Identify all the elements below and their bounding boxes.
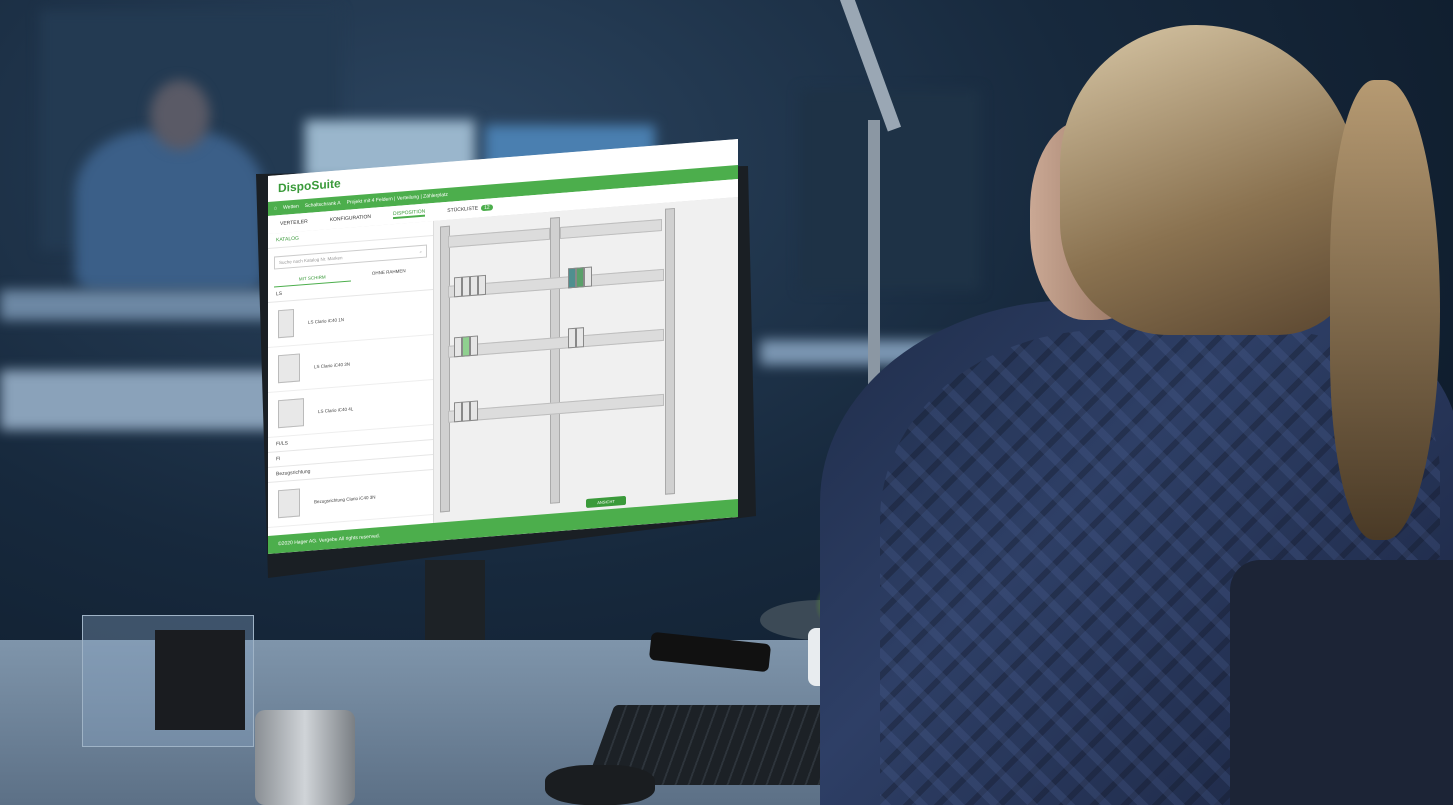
- breaker-module[interactable]: [462, 401, 470, 422]
- breaker-module[interactable]: [576, 327, 584, 348]
- ponytail: [1330, 80, 1440, 540]
- tab-konfiguration[interactable]: KONFIGURATION: [330, 214, 371, 223]
- project-title[interactable]: Schaltschrank A: [305, 200, 341, 209]
- count-badge: 12: [481, 204, 493, 212]
- breaker-module[interactable]: [470, 275, 478, 297]
- chair: [1230, 560, 1453, 805]
- cabinet-post: [550, 217, 560, 504]
- home-icon[interactable]: ⌂: [274, 205, 277, 211]
- breaker-module[interactable]: [576, 267, 584, 288]
- breaker-module[interactable]: [454, 336, 462, 358]
- product-label: Bezugsrichtung Clario iC40 3N: [314, 494, 376, 504]
- breaker-image: [278, 398, 304, 429]
- tab-verteiler[interactable]: VERTEILER: [280, 219, 308, 227]
- background-desk: [0, 290, 300, 320]
- breaker-module[interactable]: [568, 327, 576, 349]
- breaker-module[interactable]: [454, 276, 462, 298]
- background-table-left: [0, 370, 280, 430]
- workspace: KATALOG Suche nach Katalog Nr. Marken ⌕ …: [268, 197, 738, 536]
- breaker-module[interactable]: [470, 400, 478, 422]
- breaker-image: [278, 308, 294, 339]
- breaker-module[interactable]: [568, 267, 576, 289]
- tab-stueckliste[interactable]: STÜCKLISTE 12: [447, 204, 493, 214]
- location-label: Wetten: [283, 203, 299, 211]
- breaker-image: [278, 488, 300, 519]
- background-person: [75, 130, 265, 290]
- background-head: [150, 80, 210, 150]
- breaker-module[interactable]: [462, 276, 470, 297]
- catalog-panel: KATALOG Suche nach Katalog Nr. Marken ⌕ …: [268, 220, 434, 536]
- breaker-module[interactable]: [454, 401, 462, 423]
- breaker-module[interactable]: [478, 274, 486, 296]
- distribution-cabinet: [440, 203, 732, 513]
- product-label: LS Clario iC40 1N: [308, 316, 345, 325]
- app-logo[interactable]: DispoSuite: [278, 176, 341, 195]
- office-scene: DispoSuite ⌂ Wetten Schaltschrank A Proj…: [0, 0, 1453, 805]
- search-icon[interactable]: ⌕: [419, 249, 422, 254]
- tab-disposition[interactable]: DISPOSITION: [393, 208, 426, 220]
- metal-part: [255, 710, 355, 805]
- breaker-module[interactable]: [470, 335, 478, 357]
- tab-stueckliste-label: STÜCKLISTE: [447, 205, 479, 214]
- breaker-module[interactable]: [584, 266, 592, 288]
- pencil-cup: [155, 630, 245, 730]
- mouse: [545, 765, 655, 805]
- product-label: LS Clario iC40 4L: [318, 405, 354, 414]
- cabinet-post: [440, 225, 450, 513]
- cabinet-canvas[interactable]: ANSICHT: [434, 197, 738, 523]
- product-label: LS Clario iC40 3N: [314, 361, 351, 369]
- monitor-screen: DispoSuite ⌂ Wetten Schaltschrank A Proj…: [268, 139, 738, 554]
- din-rail: [560, 218, 662, 240]
- breaker-image: [278, 353, 300, 384]
- breaker-module[interactable]: [462, 336, 470, 357]
- cabinet-post: [665, 207, 675, 495]
- woman-hair: [1060, 25, 1360, 335]
- computer-monitor: DispoSuite ⌂ Wetten Schaltschrank A Proj…: [256, 139, 756, 578]
- din-rail: [448, 227, 550, 248]
- search-placeholder: Suche nach Katalog Nr. Marken: [279, 255, 343, 266]
- view-button[interactable]: ANSICHT: [586, 495, 626, 508]
